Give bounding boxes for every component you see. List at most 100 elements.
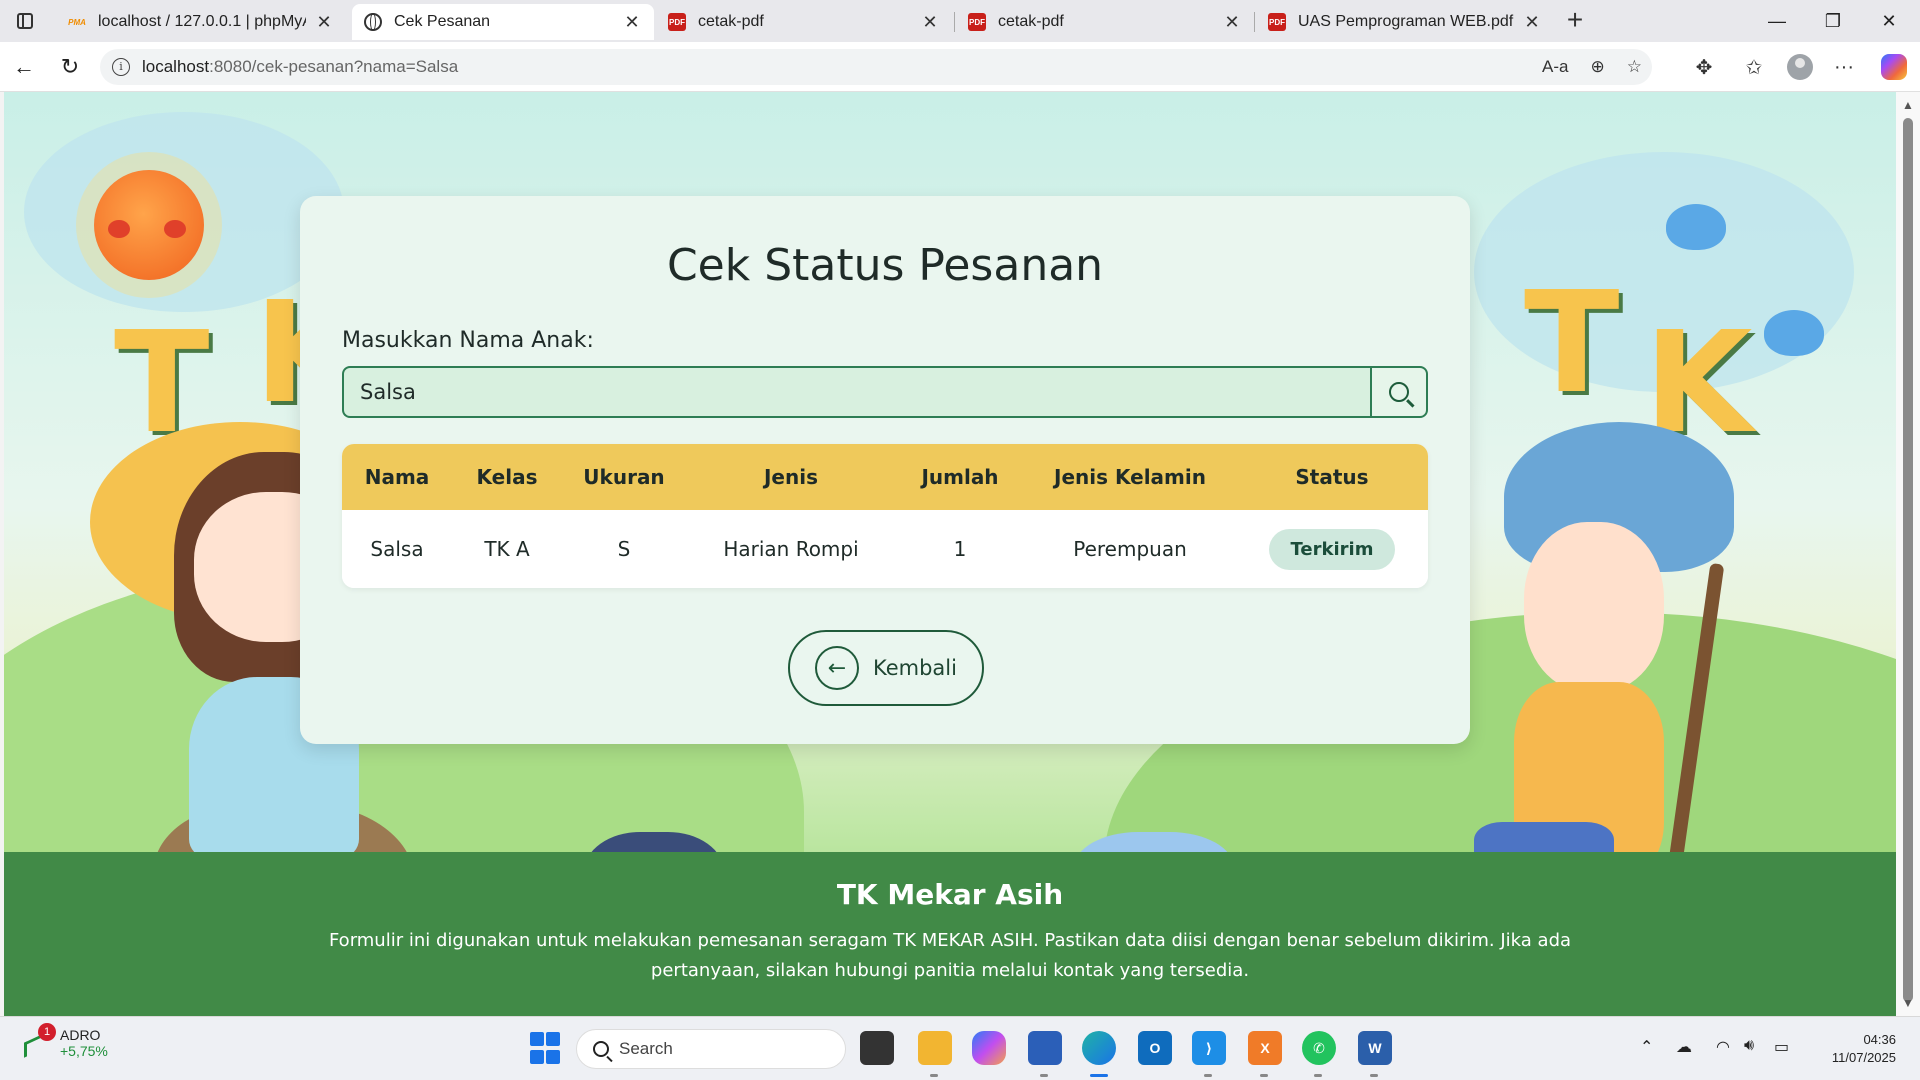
close-tab-icon[interactable]: ✕ (314, 12, 334, 33)
wifi-icon[interactable]: ◠ (1716, 1037, 1730, 1057)
order-table: Nama Kelas Ukuran Jenis Jumlah Jenis Kel… (342, 444, 1428, 588)
globe-icon (364, 13, 382, 31)
xampp-icon[interactable]: X (1248, 1031, 1282, 1065)
cell-ukuran: S (617, 537, 631, 561)
bird-illustration (1764, 310, 1824, 356)
task-view-icon[interactable] (860, 1031, 894, 1065)
url-host: localhost (142, 57, 210, 76)
back-arrow-icon[interactable]: ← (8, 51, 40, 83)
close-tab-icon[interactable]: ✕ (920, 12, 940, 33)
copilot-icon (1881, 54, 1907, 80)
table-row: Salsa TK A S Harian Rompi 1 Perempuan Te… (342, 510, 1428, 588)
more-menu-icon[interactable]: ··· (1828, 51, 1860, 83)
word-icon[interactable]: W (1358, 1031, 1392, 1065)
tab-uas-pdf[interactable]: PDF UAS Pemprograman WEB.pdf ✕ (1256, 4, 1554, 40)
outlook-icon[interactable]: O (1138, 1031, 1172, 1065)
phpmyadmin-icon: PMA (68, 17, 86, 27)
chevron-up-icon[interactable]: ⌃ (1640, 1037, 1653, 1057)
page-viewport: T K T K Cek Status Pesanan Masukkan Nama… (4, 92, 1896, 1016)
whatsapp-icon[interactable]: ✆ (1302, 1031, 1336, 1065)
tab-cetak-pdf-1[interactable]: PDF cetak-pdf ✕ (656, 4, 952, 40)
column-header: Jenis Kelamin (1054, 465, 1206, 489)
stock-change: +5,75% (60, 1043, 108, 1059)
child-name-input[interactable] (342, 366, 1370, 418)
close-window-button[interactable]: ✕ (1866, 0, 1912, 42)
tab-strip: PMA localhost / 127.0.0.1 | phpMyAdm ✕ C… (0, 0, 1920, 42)
start-button[interactable] (528, 1031, 562, 1065)
running-indicator (1204, 1074, 1212, 1077)
profile-button[interactable] (1784, 51, 1816, 83)
vscode-icon[interactable]: ⟩ (1192, 1031, 1226, 1065)
site-info-icon[interactable]: i (112, 58, 130, 76)
column-header: Jenis (763, 465, 818, 489)
tab-phpmyadmin[interactable]: PMA localhost / 127.0.0.1 | phpMyAdm ✕ (56, 4, 346, 40)
column-header: Nama (364, 465, 430, 489)
sun-cheek (108, 220, 130, 238)
edge-icon[interactable] (1082, 1031, 1116, 1065)
search-icon (593, 1041, 609, 1057)
pdf-icon: PDF (668, 13, 686, 31)
copilot-app-icon[interactable] (972, 1031, 1006, 1065)
search-row (342, 366, 1428, 418)
running-indicator (1040, 1074, 1048, 1077)
clock-time: 04:36 (1863, 1032, 1896, 1047)
address-bar[interactable]: i localhost:8080/cek-pesanan?nama=Salsa … (100, 49, 1652, 85)
taskbar-search[interactable]: Search (576, 1029, 846, 1069)
notification-badge: 1 (38, 1023, 56, 1041)
cell-jenis: Harian Rompi (723, 537, 859, 561)
arrow-left-icon: ← (815, 646, 859, 690)
running-indicator (1314, 1074, 1322, 1077)
running-indicator (930, 1074, 938, 1077)
url-text[interactable]: localhost:8080/cek-pesanan?nama=Salsa (142, 57, 458, 77)
tab-actions-button[interactable] (12, 8, 38, 34)
read-aloud-icon[interactable]: A‑a (1542, 57, 1568, 77)
tab-cek-pesanan[interactable]: Cek Pesanan ✕ (352, 4, 654, 40)
sun-illustration (94, 170, 204, 280)
close-tab-icon[interactable]: ✕ (1522, 12, 1542, 33)
stock-name: ADRO (60, 1027, 101, 1043)
minimize-button[interactable]: — (1754, 0, 1800, 42)
clock-date: 11/07/2025 (1831, 1050, 1896, 1065)
volume-icon[interactable]: 🔊︎ (1744, 1037, 1754, 1055)
order-status-card: Cek Status Pesanan Masukkan Nama Anak: N… (300, 196, 1470, 744)
close-tab-icon[interactable]: ✕ (1222, 12, 1242, 33)
new-tab-button[interactable]: + (1560, 6, 1590, 36)
favorites-icon[interactable]: ✩ (1738, 51, 1770, 83)
system-clock[interactable]: 04:36 11/07/2025 (1812, 1031, 1896, 1067)
search-icon (1389, 382, 1409, 402)
onedrive-icon[interactable]: ☁ (1676, 1037, 1692, 1057)
tab-cetak-pdf-2[interactable]: PDF cetak-pdf ✕ (956, 4, 1254, 40)
site-footer: TK Mekar Asih Formulir ini digunakan unt… (4, 852, 1896, 1016)
url-path: :8080/cek-pesanan?nama=Salsa (209, 57, 459, 76)
scrollbar-thumb[interactable] (1903, 118, 1913, 1002)
avatar (1787, 54, 1813, 80)
search-button[interactable] (1370, 366, 1428, 418)
zoom-icon[interactable]: ⊕ (1591, 57, 1605, 77)
back-button[interactable]: ← Kembali (788, 630, 984, 706)
restore-button[interactable]: ❐ (1810, 0, 1856, 42)
reload-icon[interactable]: ↻ (54, 51, 86, 83)
close-tab-icon[interactable]: ✕ (622, 12, 642, 33)
footer-title: TK Mekar Asih (836, 878, 1064, 911)
file-explorer-icon[interactable] (918, 1031, 952, 1065)
sidebar-icon (17, 13, 33, 29)
scroll-up-icon[interactable]: ▲ (1902, 98, 1914, 112)
stock-info: ADRO +5,75% (60, 1027, 108, 1059)
scroll-down-icon[interactable]: ▼ (1902, 996, 1914, 1010)
column-header: Jumlah (921, 465, 999, 489)
extensions-icon[interactable]: ✥ (1688, 51, 1720, 83)
windows-taskbar: ADRO +5,75% 1 Search O ⟩ X ✆ W ⌃ ☁ ◠ 🔊︎ … (0, 1016, 1920, 1080)
tab-title: cetak-pdf (998, 13, 1064, 30)
tab-separator (954, 12, 955, 32)
favorite-star-icon[interactable]: ☆ (1627, 57, 1642, 77)
stock-widget[interactable]: ADRO +5,75% (22, 1027, 108, 1059)
page-scrollbar[interactable]: ▲ ▼ (1896, 92, 1920, 1016)
running-indicator (1370, 1074, 1378, 1077)
tab-title: Cek Pesanan (394, 13, 491, 30)
column-header: Ukuran (583, 465, 665, 489)
battery-icon[interactable]: ▭ (1774, 1037, 1789, 1057)
microsoft-store-icon[interactable] (1028, 1031, 1062, 1065)
cell-nama: Salsa (370, 537, 424, 561)
status-badge: Terkirim (1268, 528, 1396, 570)
copilot-button[interactable] (1878, 51, 1910, 83)
